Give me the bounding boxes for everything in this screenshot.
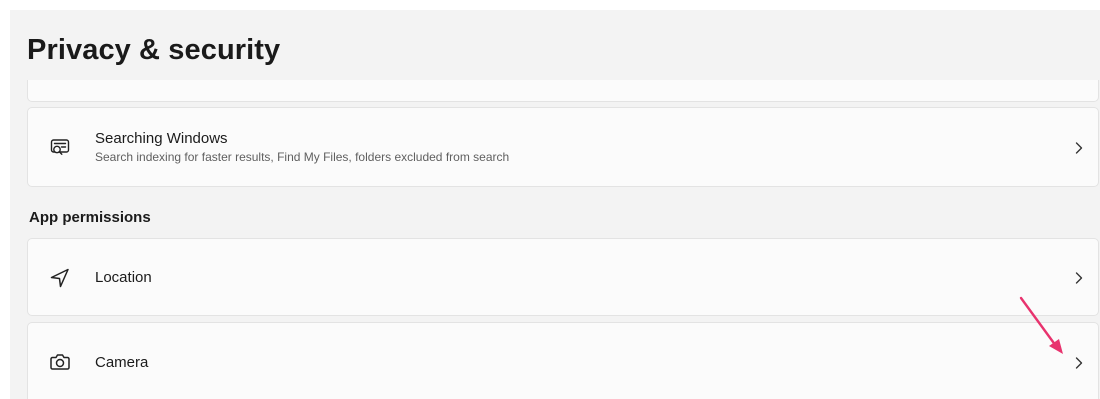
chevron-right-icon <box>1072 141 1086 155</box>
searching-windows-title: Searching Windows <box>95 130 228 147</box>
location-arrow-icon <box>49 267 71 289</box>
camera-card[interactable]: Camera <box>27 322 1099 399</box>
chevron-right-icon <box>1072 271 1086 285</box>
camera-title: Camera <box>95 354 149 371</box>
search-window-icon <box>49 137 71 159</box>
location-card[interactable]: Location <box>27 238 1099 316</box>
location-title: Location <box>95 269 152 286</box>
searching-windows-card[interactable]: Searching Windows Search indexing for fa… <box>27 107 1099 187</box>
camera-icon <box>49 351 71 373</box>
searching-windows-subtitle: Search indexing for faster results, Find… <box>95 150 510 164</box>
settings-window: Privacy & security Searching Windows Sea… <box>10 10 1100 399</box>
page-title: Privacy & security <box>27 34 281 66</box>
chevron-right-icon <box>1072 356 1086 370</box>
clipped-settings-card[interactable] <box>27 80 1099 102</box>
app-permissions-header: App permissions <box>29 209 151 226</box>
